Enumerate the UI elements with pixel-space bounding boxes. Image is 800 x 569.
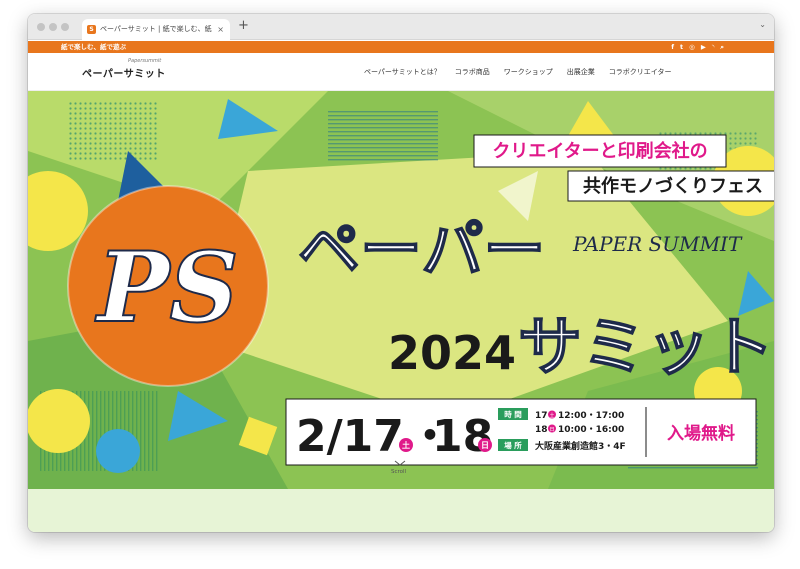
scroll-indicator[interactable]: Scroll	[391, 469, 406, 475]
time-row2-day: 18	[535, 425, 548, 435]
title-line-1: ペーパー	[298, 213, 545, 286]
content-section	[28, 489, 774, 532]
menu-item-exhibitors[interactable]: 出展企業	[567, 67, 595, 77]
tab-close-icon[interactable]: ×	[217, 19, 224, 40]
ps-logo: PS	[67, 185, 269, 387]
event-date-1: 2/17	[296, 411, 404, 462]
title-year: 2024	[388, 326, 516, 380]
browser-window: S ペーパーサミット | 紙で楽しむ、紙 × + ⌄ 紙で楽しむ、紙で遊ぶ f …	[28, 14, 774, 532]
time-row1-dow: 土	[549, 412, 554, 419]
hero-banner: PS クリエイターと印刷会社の 共作モノづくりフェス ペーパー PAPER SU…	[28, 91, 774, 489]
menu-item-collab-products[interactable]: コラボ商品	[455, 67, 490, 77]
rss-icon[interactable]: ◝	[712, 41, 715, 53]
site-logo-sub: Papersummit	[128, 58, 162, 64]
time-row1-day: 17	[535, 411, 548, 421]
place-label: 場 所	[504, 440, 522, 450]
browser-tab[interactable]: S ペーパーサミット | 紙で楽しむ、紙 ×	[82, 19, 230, 40]
site-header: ペーパーサミット Papersummit ペーパーサミットとは？ コラボ商品 ワ…	[28, 53, 774, 91]
menu-item-about[interactable]: ペーパーサミットとは？	[364, 67, 441, 77]
time-row1: 12:00・17:00	[558, 411, 624, 421]
date-sun-badge: 日	[481, 441, 489, 450]
top-bar: 紙で楽しむ、紙で遊ぶ f t ◎ ▶ ◝ ⌕	[28, 41, 774, 53]
hero-graphic: PS クリエイターと印刷会社の 共作モノづくりフェス ペーパー PAPER SU…	[28, 91, 774, 489]
youtube-icon[interactable]: ▶	[701, 41, 706, 53]
instagram-icon[interactable]: ◎	[689, 41, 695, 53]
time-label: 時 間	[504, 409, 522, 419]
favicon-icon: S	[87, 25, 96, 34]
title-line-2: サミット	[518, 311, 774, 385]
title-en: PAPER SUMMIT	[572, 232, 743, 256]
catch-line-2: 共作モノづくりフェス	[583, 175, 763, 197]
site-tagline: 紙で楽しむ、紙で遊ぶ	[61, 43, 126, 51]
main-menu: ペーパーサミットとは？ コラボ商品 ワークショップ 出展企業 コラボクリエイター	[364, 67, 672, 77]
tab-title: ペーパーサミット | 紙で楽しむ、紙	[100, 25, 212, 33]
time-row2: 10:00・16:00	[558, 425, 624, 435]
catch-line-1: クリエイターと印刷会社の	[492, 140, 707, 162]
search-icon[interactable]: ⌕	[720, 41, 724, 53]
event-date-2: 18	[432, 411, 493, 462]
facebook-icon[interactable]: f	[671, 41, 674, 53]
minimize-window-dot[interactable]	[49, 23, 57, 31]
ps-logo-text: PS	[94, 231, 239, 344]
site-logo[interactable]: ペーパーサミット	[82, 65, 166, 80]
social-links: f t ◎ ▶ ◝ ⌕	[671, 41, 724, 53]
tab-list-chevron-icon[interactable]: ⌄	[759, 20, 766, 29]
twitter-icon[interactable]: t	[680, 41, 683, 53]
menu-item-workshop[interactable]: ワークショップ	[504, 67, 553, 77]
browser-tabbar: S ペーパーサミット | 紙で楽しむ、紙 × + ⌄	[28, 14, 774, 40]
maximize-window-dot[interactable]	[61, 23, 69, 31]
new-tab-button[interactable]: +	[238, 18, 249, 33]
admission-free: 入場無料	[667, 423, 735, 444]
close-window-dot[interactable]	[37, 23, 45, 31]
time-row2-dow: 日	[549, 427, 554, 433]
place-value: 大阪産業創造館3・4F	[535, 440, 626, 452]
menu-item-creators[interactable]: コラボクリエイター	[609, 67, 672, 77]
